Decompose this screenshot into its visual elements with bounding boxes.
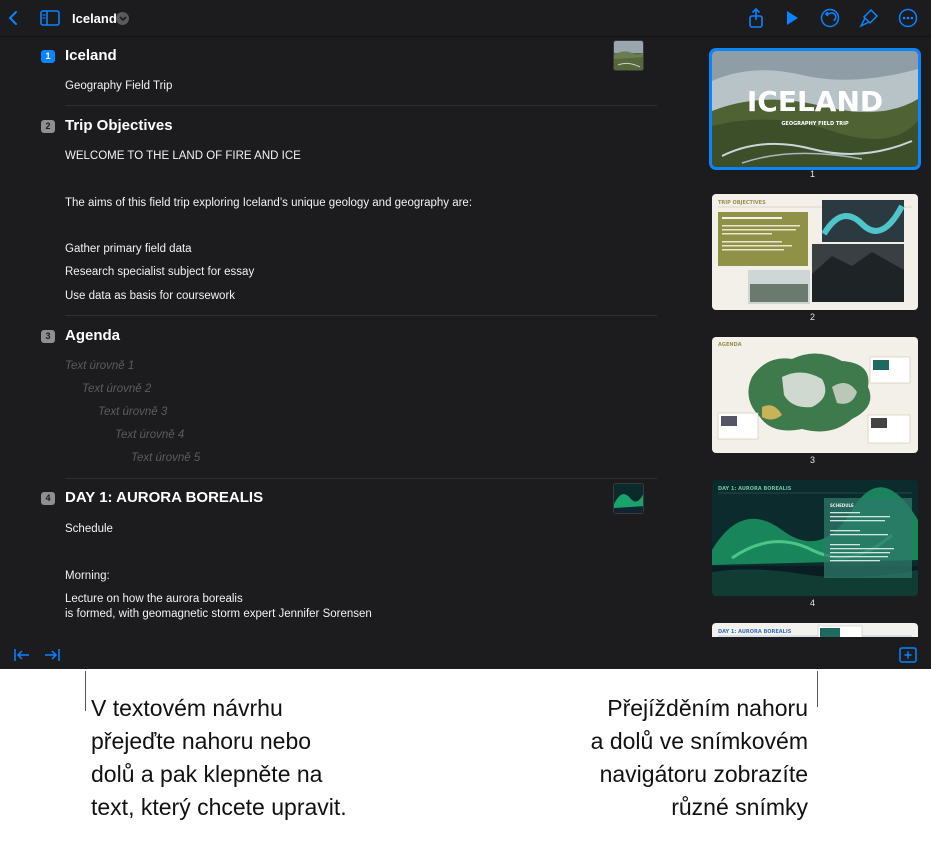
body-text-line[interactable]: Lecture on how the aurora borealis xyxy=(65,593,243,605)
slide-divider xyxy=(65,315,657,316)
outdent-icon[interactable] xyxy=(10,643,34,667)
slide-navigator[interactable]: ICELAND GEOGRAPHY FIELD TRIP 1 TRIP OBJE… xyxy=(700,37,931,637)
navigator-slide-5[interactable]: DAY 1: AURORA BOREALIS xyxy=(712,623,918,637)
bottom-toolbar xyxy=(0,637,931,669)
navigator-slide-4[interactable]: DAY 1: AURORA BOREALIS SCHEDULE xyxy=(712,480,918,596)
chevron-left-icon[interactable] xyxy=(2,6,26,30)
share-icon[interactable] xyxy=(744,6,768,30)
callout-left-line: přejeďte nahoru nebo xyxy=(91,728,312,754)
callout-right: Přejížděním nahoru a dolů ve snímkovém n… xyxy=(591,692,808,824)
add-slide-icon[interactable] xyxy=(896,643,920,667)
play-icon[interactable] xyxy=(780,6,804,30)
navigator-slide-header: AGENDA xyxy=(718,342,742,348)
document-title[interactable]: Iceland xyxy=(72,11,117,26)
navigator-slide-1[interactable]: ICELAND GEOGRAPHY FIELD TRIP xyxy=(709,48,921,170)
callout-leader-line xyxy=(85,671,86,711)
indent-icon[interactable] xyxy=(40,643,64,667)
more-icon[interactable] xyxy=(896,6,920,30)
slide-number-badge: 2 xyxy=(41,120,55,133)
placeholder-text-level-2[interactable]: Text úrovně 2 xyxy=(82,383,151,395)
placeholder-text-level-5[interactable]: Text úrovně 5 xyxy=(131,452,200,464)
undo-icon[interactable] xyxy=(818,6,842,30)
navigator-schedule-title: SCHEDULE xyxy=(830,503,854,508)
slide-number-badge: 3 xyxy=(41,330,55,343)
text-outline[interactable]: 1 Iceland Geography Field Trip 2 Trip Ob… xyxy=(0,37,700,637)
body-text-line[interactable]: Research specialist subject for essay xyxy=(65,266,254,278)
slide-number-badge: 4 xyxy=(41,492,55,505)
slide-title[interactable]: DAY 1: AURORA BOREALIS xyxy=(65,489,263,506)
navigator-slide-label: 4 xyxy=(810,598,816,608)
navigator-slide-subtitle: GEOGRAPHY FIELD TRIP xyxy=(781,121,849,127)
slide-image-thumbnail[interactable] xyxy=(613,40,644,71)
placeholder-text-level-1[interactable]: Text úrovně 1 xyxy=(65,360,134,372)
navigator-slide-3[interactable]: AGENDA xyxy=(712,337,918,453)
body-text-line[interactable]: Use data as basis for coursework xyxy=(65,290,235,302)
callout-right-line: různé snímky xyxy=(671,794,808,820)
placeholder-text-level-4[interactable]: Text úrovně 4 xyxy=(115,429,184,441)
navigator-slide-label: 2 xyxy=(810,312,816,322)
chevron-down-icon[interactable] xyxy=(116,12,129,25)
body-text-line[interactable]: The aims of this field trip exploring Ic… xyxy=(65,197,472,209)
callout-left-line: dolů a pak klepněte na xyxy=(91,761,323,787)
navigator-slide-2[interactable]: TRIP OBJECTIVES xyxy=(712,194,918,310)
slide-title[interactable]: Iceland xyxy=(65,47,117,64)
slide-title[interactable]: Trip Objectives xyxy=(65,117,173,134)
keynote-window: Iceland 1 Iceland Geography Field Trip 2… xyxy=(0,0,931,669)
slide-divider xyxy=(65,105,657,106)
navigator-slide-header: TRIP OBJECTIVES xyxy=(718,200,766,206)
body-text-line[interactable]: is formed, with geomagnetic storm expert… xyxy=(65,608,372,620)
slide-image-thumbnail[interactable] xyxy=(613,483,644,514)
slide-number-badge: 1 xyxy=(41,50,55,63)
callout-left-line: V textovém návrhu xyxy=(91,695,283,721)
slide-divider xyxy=(65,478,657,479)
navigator-slide-header: DAY 1: AURORA BOREALIS xyxy=(718,486,792,492)
navigator-slide-label: 1 xyxy=(810,169,816,179)
body-text-line[interactable]: Gather primary field data xyxy=(65,243,192,255)
format-brush-icon[interactable] xyxy=(857,6,881,30)
placeholder-text-level-3[interactable]: Text úrovně 3 xyxy=(98,406,167,418)
callout-left-line: text, který chcete upravit. xyxy=(91,794,347,820)
callout-right-line: Přejížděním nahoru xyxy=(607,695,808,721)
callout-leader-line xyxy=(817,671,818,707)
toolbar: Iceland xyxy=(0,0,931,37)
sidebar-icon[interactable] xyxy=(38,6,62,30)
navigator-slide-label: 3 xyxy=(810,455,816,465)
callout-right-line: navigátoru zobrazíte xyxy=(599,761,808,787)
callout-left: V textovém návrhu přejeďte nahoru nebo d… xyxy=(91,692,347,824)
body-text-line[interactable]: WELCOME TO THE LAND OF FIRE AND ICE xyxy=(65,150,301,162)
callout-right-line: a dolů ve snímkovém xyxy=(590,728,808,754)
navigator-slide-title: ICELAND xyxy=(747,85,883,118)
body-text-line[interactable]: Geography Field Trip xyxy=(65,80,172,92)
body-text-line[interactable]: Schedule xyxy=(65,523,113,535)
slide-title[interactable]: Agenda xyxy=(65,327,120,344)
navigator-slide-header: DAY 1: AURORA BOREALIS xyxy=(718,629,792,635)
body-text-line[interactable]: Morning: xyxy=(65,570,110,582)
